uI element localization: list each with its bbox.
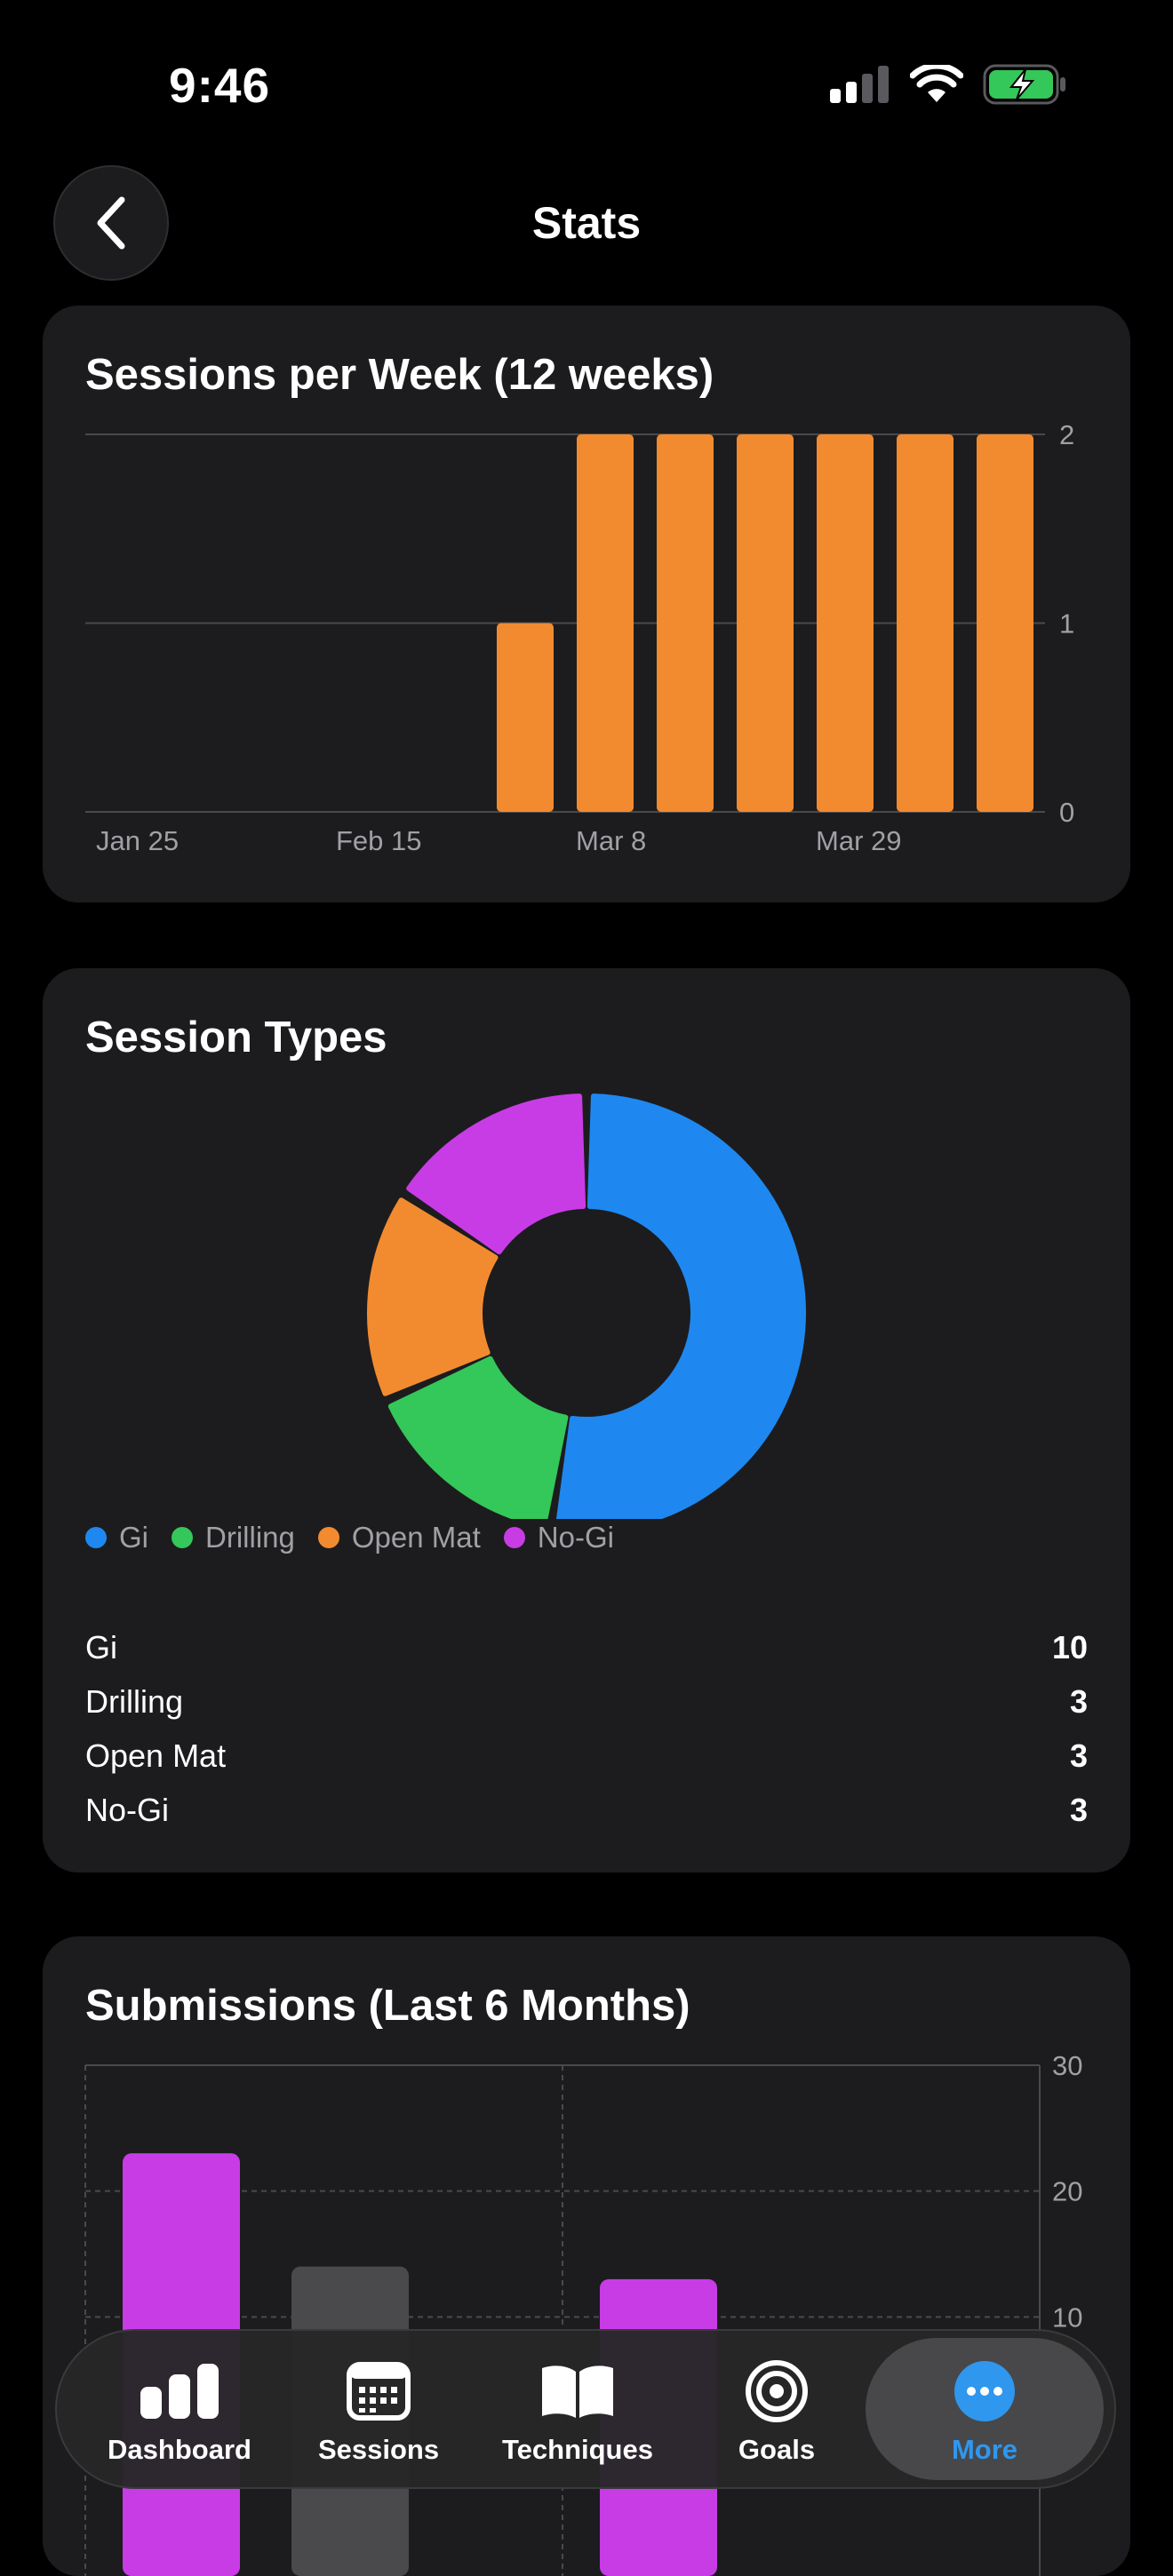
tab-sessions[interactable]: Sessions (281, 2331, 476, 2487)
tab-techniques[interactable]: Techniques (480, 2331, 675, 2487)
target-icon (745, 2359, 809, 2423)
legend-item: Gi (85, 1521, 148, 1554)
donut-slice (555, 1093, 807, 1519)
session-type-label: Gi (85, 1629, 117, 1666)
legend-label: Open Mat (351, 1521, 481, 1554)
tab-bar: Dashboard Sessions Techniques Goals More (55, 2329, 1116, 2489)
page-title: Stats (531, 198, 642, 248)
chart-bars-icon (139, 2359, 220, 2423)
x-tick-label: Feb 15 (336, 825, 422, 856)
y-tick-label: 0 (1059, 797, 1074, 828)
session-type-count: 3 (1069, 1683, 1088, 1720)
chart-legend: Gi Drilling Open Mat No-Gi (85, 1521, 637, 1554)
y-tick-label: 10 (1052, 2302, 1082, 2333)
calendar-icon (347, 2359, 411, 2423)
bar (737, 434, 794, 812)
bar (977, 434, 1033, 812)
bar (817, 434, 874, 812)
session-type-label: Open Mat (85, 1737, 227, 1774)
cellular-signal-icon (830, 66, 889, 103)
tab-goals[interactable]: Goals (679, 2331, 874, 2487)
status-bar: 9:46 (0, 0, 1173, 169)
y-tick-label: 30 (1052, 2050, 1082, 2081)
sessions-per-week-card: Sessions per Week (12 weeks) 0 1 2 Jan 25 Fe… (43, 306, 1130, 902)
legend-item: Open Mat (317, 1521, 481, 1554)
wifi-icon (910, 65, 963, 102)
session-type-row: Drilling 3 (85, 1683, 1088, 1721)
y-tick-label: 2 (1059, 419, 1074, 450)
legend-label: Drilling (205, 1521, 295, 1554)
session-type-label: No-Gi (85, 1792, 170, 1828)
legend-label: No-Gi (537, 1521, 614, 1554)
sessions-bar-chart: 0 1 2 Jan 25 Feb 15 Mar 8 Mar 29 (85, 419, 1074, 856)
legend-label: Gi (119, 1521, 148, 1554)
session-type-label: Drilling (85, 1683, 184, 1720)
bar (577, 434, 634, 812)
session-type-row: Gi 10 (85, 1629, 1088, 1666)
session-type-count: 3 (1069, 1737, 1088, 1774)
navigation-header: Stats (0, 160, 1173, 293)
tab-label: Goals (738, 2434, 816, 2465)
tab-label: More (951, 2434, 1018, 2465)
x-tick-label: Mar 29 (816, 825, 901, 856)
legend-dot (85, 1527, 107, 1548)
x-tick-label: Jan 25 (96, 825, 179, 856)
bar (897, 434, 954, 812)
y-tick-label: 1 (1059, 608, 1074, 640)
legend-dot (317, 1527, 339, 1548)
session-types-card: Session Types Gi Drilling Open Mat No-Gi… (43, 968, 1130, 1872)
session-type-row: No-Gi 3 (85, 1792, 1088, 1829)
status-time: 9:46 (169, 58, 271, 113)
tab-more[interactable]: More (866, 2338, 1104, 2480)
legend-item: Drilling (172, 1521, 295, 1554)
session-type-row: Open Mat 3 (85, 1737, 1088, 1775)
x-tick-label: Mar 8 (576, 825, 646, 856)
ellipsis-circle-icon (953, 2359, 1017, 2423)
tab-dashboard[interactable]: Dashboard (82, 2331, 277, 2487)
y-tick-label: 20 (1052, 2176, 1082, 2207)
legend-dot (503, 1527, 525, 1548)
book-icon (539, 2359, 616, 2423)
bar (657, 434, 714, 812)
session-type-count: 3 (1069, 1792, 1088, 1828)
session-types-donut-chart (367, 1093, 807, 1519)
legend-item: No-Gi (503, 1521, 614, 1554)
status-icons (830, 64, 1066, 105)
tab-label: Dashboard (108, 2434, 251, 2465)
bar (497, 623, 554, 812)
legend-dot (172, 1527, 193, 1548)
session-type-count: 10 (1051, 1629, 1088, 1666)
tab-label: Sessions (317, 2434, 440, 2465)
battery-charging-icon (983, 64, 1065, 105)
tab-label: Techniques (502, 2434, 653, 2465)
